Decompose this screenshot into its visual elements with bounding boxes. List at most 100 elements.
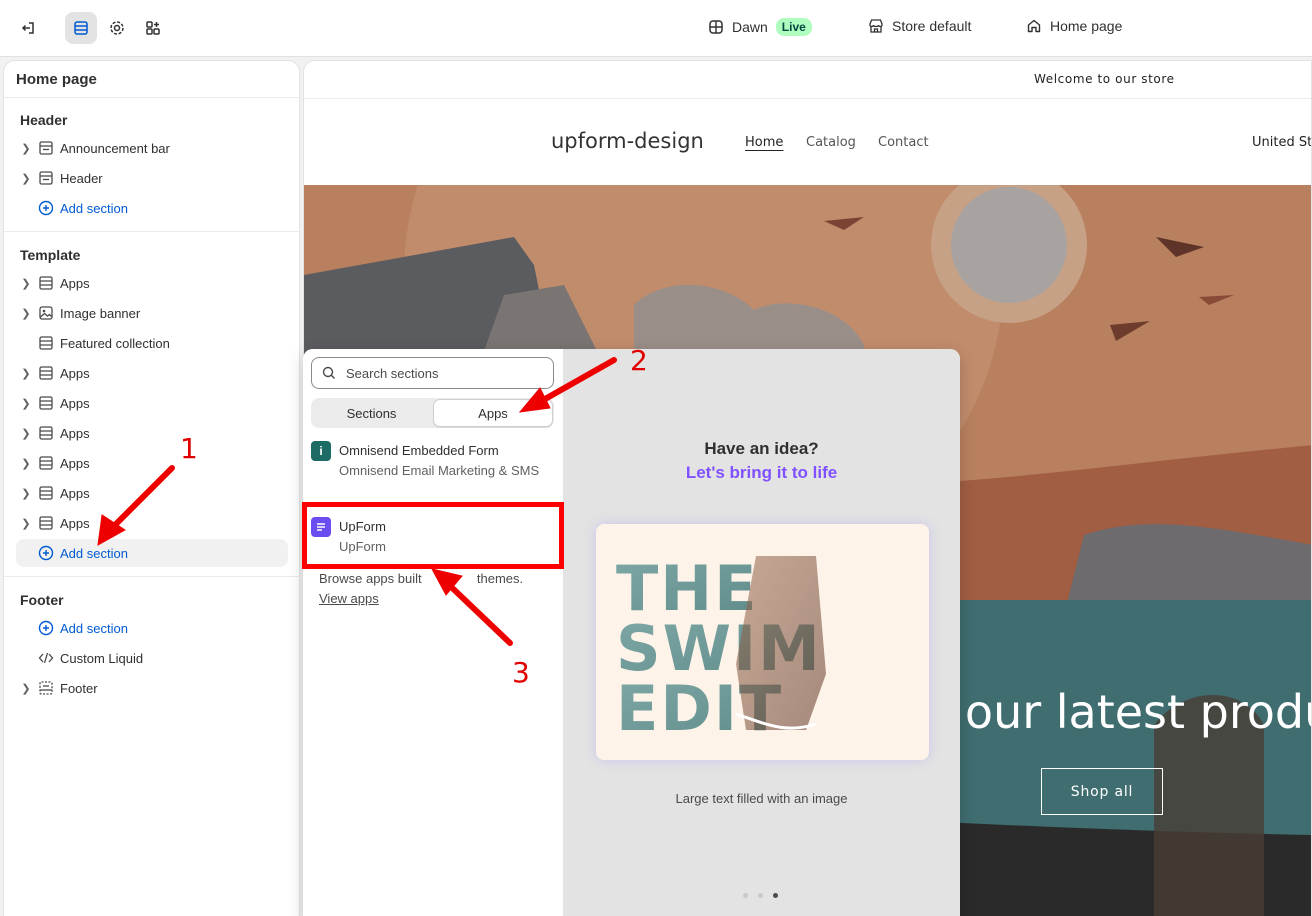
add-section-label: Add section	[60, 620, 128, 636]
promo-subheading: Let's bring it to life	[685, 463, 838, 482]
chevron-right-icon[interactable]: ❯	[16, 367, 36, 380]
omnisend-logo-icon: i	[311, 441, 331, 461]
section-layout-icon	[38, 170, 54, 186]
add-section-footer-button[interactable]: Add section	[16, 614, 288, 642]
carousel-dot-active[interactable]	[773, 893, 778, 898]
add-section-popover: Search sections Sections Apps i Omnisend…	[303, 349, 960, 916]
section-label: Featured collection	[60, 335, 170, 351]
group-footer-label: Footer	[20, 592, 64, 608]
carousel-dot[interactable]	[758, 893, 763, 898]
top-bar: Dawn Live Store default Home page	[0, 0, 1312, 57]
carousel-dot[interactable]	[743, 893, 748, 898]
search-icon	[312, 366, 346, 380]
section-featured-collection[interactable]: Featured collection	[16, 329, 288, 357]
search-sections-input[interactable]: Search sections	[311, 357, 554, 389]
view-apps-link[interactable]: View apps	[319, 591, 379, 606]
section-footer[interactable]: ❯ Footer	[16, 674, 288, 702]
store-logo-text[interactable]: upform-design	[551, 129, 704, 153]
section-label: Footer	[60, 680, 98, 696]
plus-circle-icon	[38, 200, 54, 216]
section-type-tabs: Sections Apps	[311, 398, 554, 428]
app-embeds-icon[interactable]	[137, 12, 169, 44]
nav-catalog-link[interactable]: Catalog	[806, 135, 856, 150]
chevron-right-icon[interactable]: ❯	[16, 397, 36, 410]
chevron-right-icon[interactable]: ❯	[16, 427, 36, 440]
chevron-right-icon[interactable]: ❯	[16, 457, 36, 470]
add-section-label: Add section	[60, 545, 128, 561]
section-label: Apps	[60, 515, 90, 531]
section-apps[interactable]: ❯ Apps	[16, 359, 288, 387]
exit-icon[interactable]	[12, 12, 44, 44]
tab-apps[interactable]: Apps	[433, 399, 553, 427]
search-placeholder: Search sections	[346, 365, 439, 381]
section-label: Apps	[60, 485, 90, 501]
announcement-text: Welcome to our store	[1034, 72, 1175, 86]
section-label: Announcement bar	[60, 140, 170, 156]
page-selector[interactable]: Home page	[1026, 18, 1122, 34]
section-image-banner[interactable]: ❯ Image banner	[16, 299, 288, 327]
section-apps[interactable]: ❯ Apps	[16, 419, 288, 447]
tab-sections[interactable]: Sections	[311, 399, 432, 427]
browse-apps-text: Browse apps built themes. View apps	[319, 569, 547, 609]
shop-all-button[interactable]: Shop all	[1041, 768, 1163, 815]
home-icon	[1027, 19, 1041, 33]
section-apps[interactable]: ❯ Apps	[16, 479, 288, 507]
footer-layout-icon	[38, 680, 54, 696]
popover-promo-panel: Have an idea? Let's bring it to life THE	[563, 349, 960, 916]
sections-icon[interactable]	[65, 12, 97, 44]
chevron-right-icon[interactable]: ❯	[16, 277, 36, 290]
section-apps[interactable]: ❯ Apps	[16, 509, 288, 537]
section-layout-icon	[38, 275, 54, 291]
chevron-right-icon[interactable]: ❯	[16, 517, 36, 530]
store-icon	[869, 19, 883, 33]
annotation-number-1: 1	[180, 432, 198, 465]
chevron-right-icon[interactable]: ❯	[16, 172, 36, 185]
promo-heading: Have an idea?	[704, 439, 819, 458]
popover-list-panel: Search sections Sections Apps i Omnisend…	[303, 349, 563, 916]
annotation-number-3: 3	[512, 656, 530, 689]
divider	[4, 97, 301, 98]
nav-contact-link[interactable]: Contact	[878, 135, 929, 150]
section-apps[interactable]: ❯ Apps	[16, 389, 288, 417]
chevron-right-icon[interactable]: ❯	[16, 487, 36, 500]
sidebar-title: Home page	[16, 71, 97, 88]
section-label: Custom Liquid	[60, 650, 144, 666]
section-custom-liquid[interactable]: Custom Liquid	[16, 644, 288, 672]
banner-heading: e our latest produ	[922, 685, 1312, 739]
section-apps[interactable]: ❯ Apps	[16, 269, 288, 297]
country-selector[interactable]: United Sta	[1252, 135, 1311, 150]
store-selector[interactable]: Store default	[868, 18, 971, 34]
section-apps[interactable]: ❯ Apps	[16, 449, 288, 477]
app-title: Omnisend Embedded Form	[339, 443, 499, 458]
carousel-dots	[743, 893, 778, 898]
add-section-header-button[interactable]: Add section	[16, 194, 288, 222]
section-label: Header	[60, 170, 103, 186]
swim-edit-graphic: THE SWIM EDIT	[616, 552, 826, 745]
section-label: Apps	[60, 455, 90, 471]
add-section-template-button[interactable]: Add section	[16, 539, 288, 567]
store-label: Store default	[892, 18, 972, 34]
live-badge: Live	[775, 18, 812, 36]
theme-layout-icon	[709, 20, 723, 34]
chevron-right-icon[interactable]: ❯	[16, 142, 36, 155]
annotation-number-2: 2	[630, 344, 648, 377]
code-icon	[38, 650, 54, 666]
browse-text: Browse apps built	[319, 571, 422, 586]
section-announcement-bar[interactable]: ❯ Announcement bar	[16, 134, 288, 162]
announcement-bar: Welcome to our store	[304, 61, 1311, 99]
divider	[4, 576, 301, 577]
nav-home-link[interactable]: Home	[745, 135, 783, 150]
section-header[interactable]: ❯ Header	[16, 164, 288, 192]
section-layout-icon	[38, 395, 54, 411]
section-layout-icon	[38, 515, 54, 531]
chevron-right-icon[interactable]: ❯	[16, 307, 36, 320]
app-item-omnisend[interactable]: i Omnisend Embedded Form Omnisend Email …	[311, 441, 554, 481]
section-layout-icon	[38, 485, 54, 501]
theme-selector[interactable]: Dawn Live	[708, 18, 812, 36]
group-header-label: Header	[20, 112, 68, 128]
settings-gear-icon[interactable]	[101, 12, 133, 44]
section-layout-icon	[38, 455, 54, 471]
browse-text-tail: themes.	[476, 571, 524, 586]
chevron-right-icon[interactable]: ❯	[16, 682, 36, 695]
section-label: Apps	[60, 395, 90, 411]
